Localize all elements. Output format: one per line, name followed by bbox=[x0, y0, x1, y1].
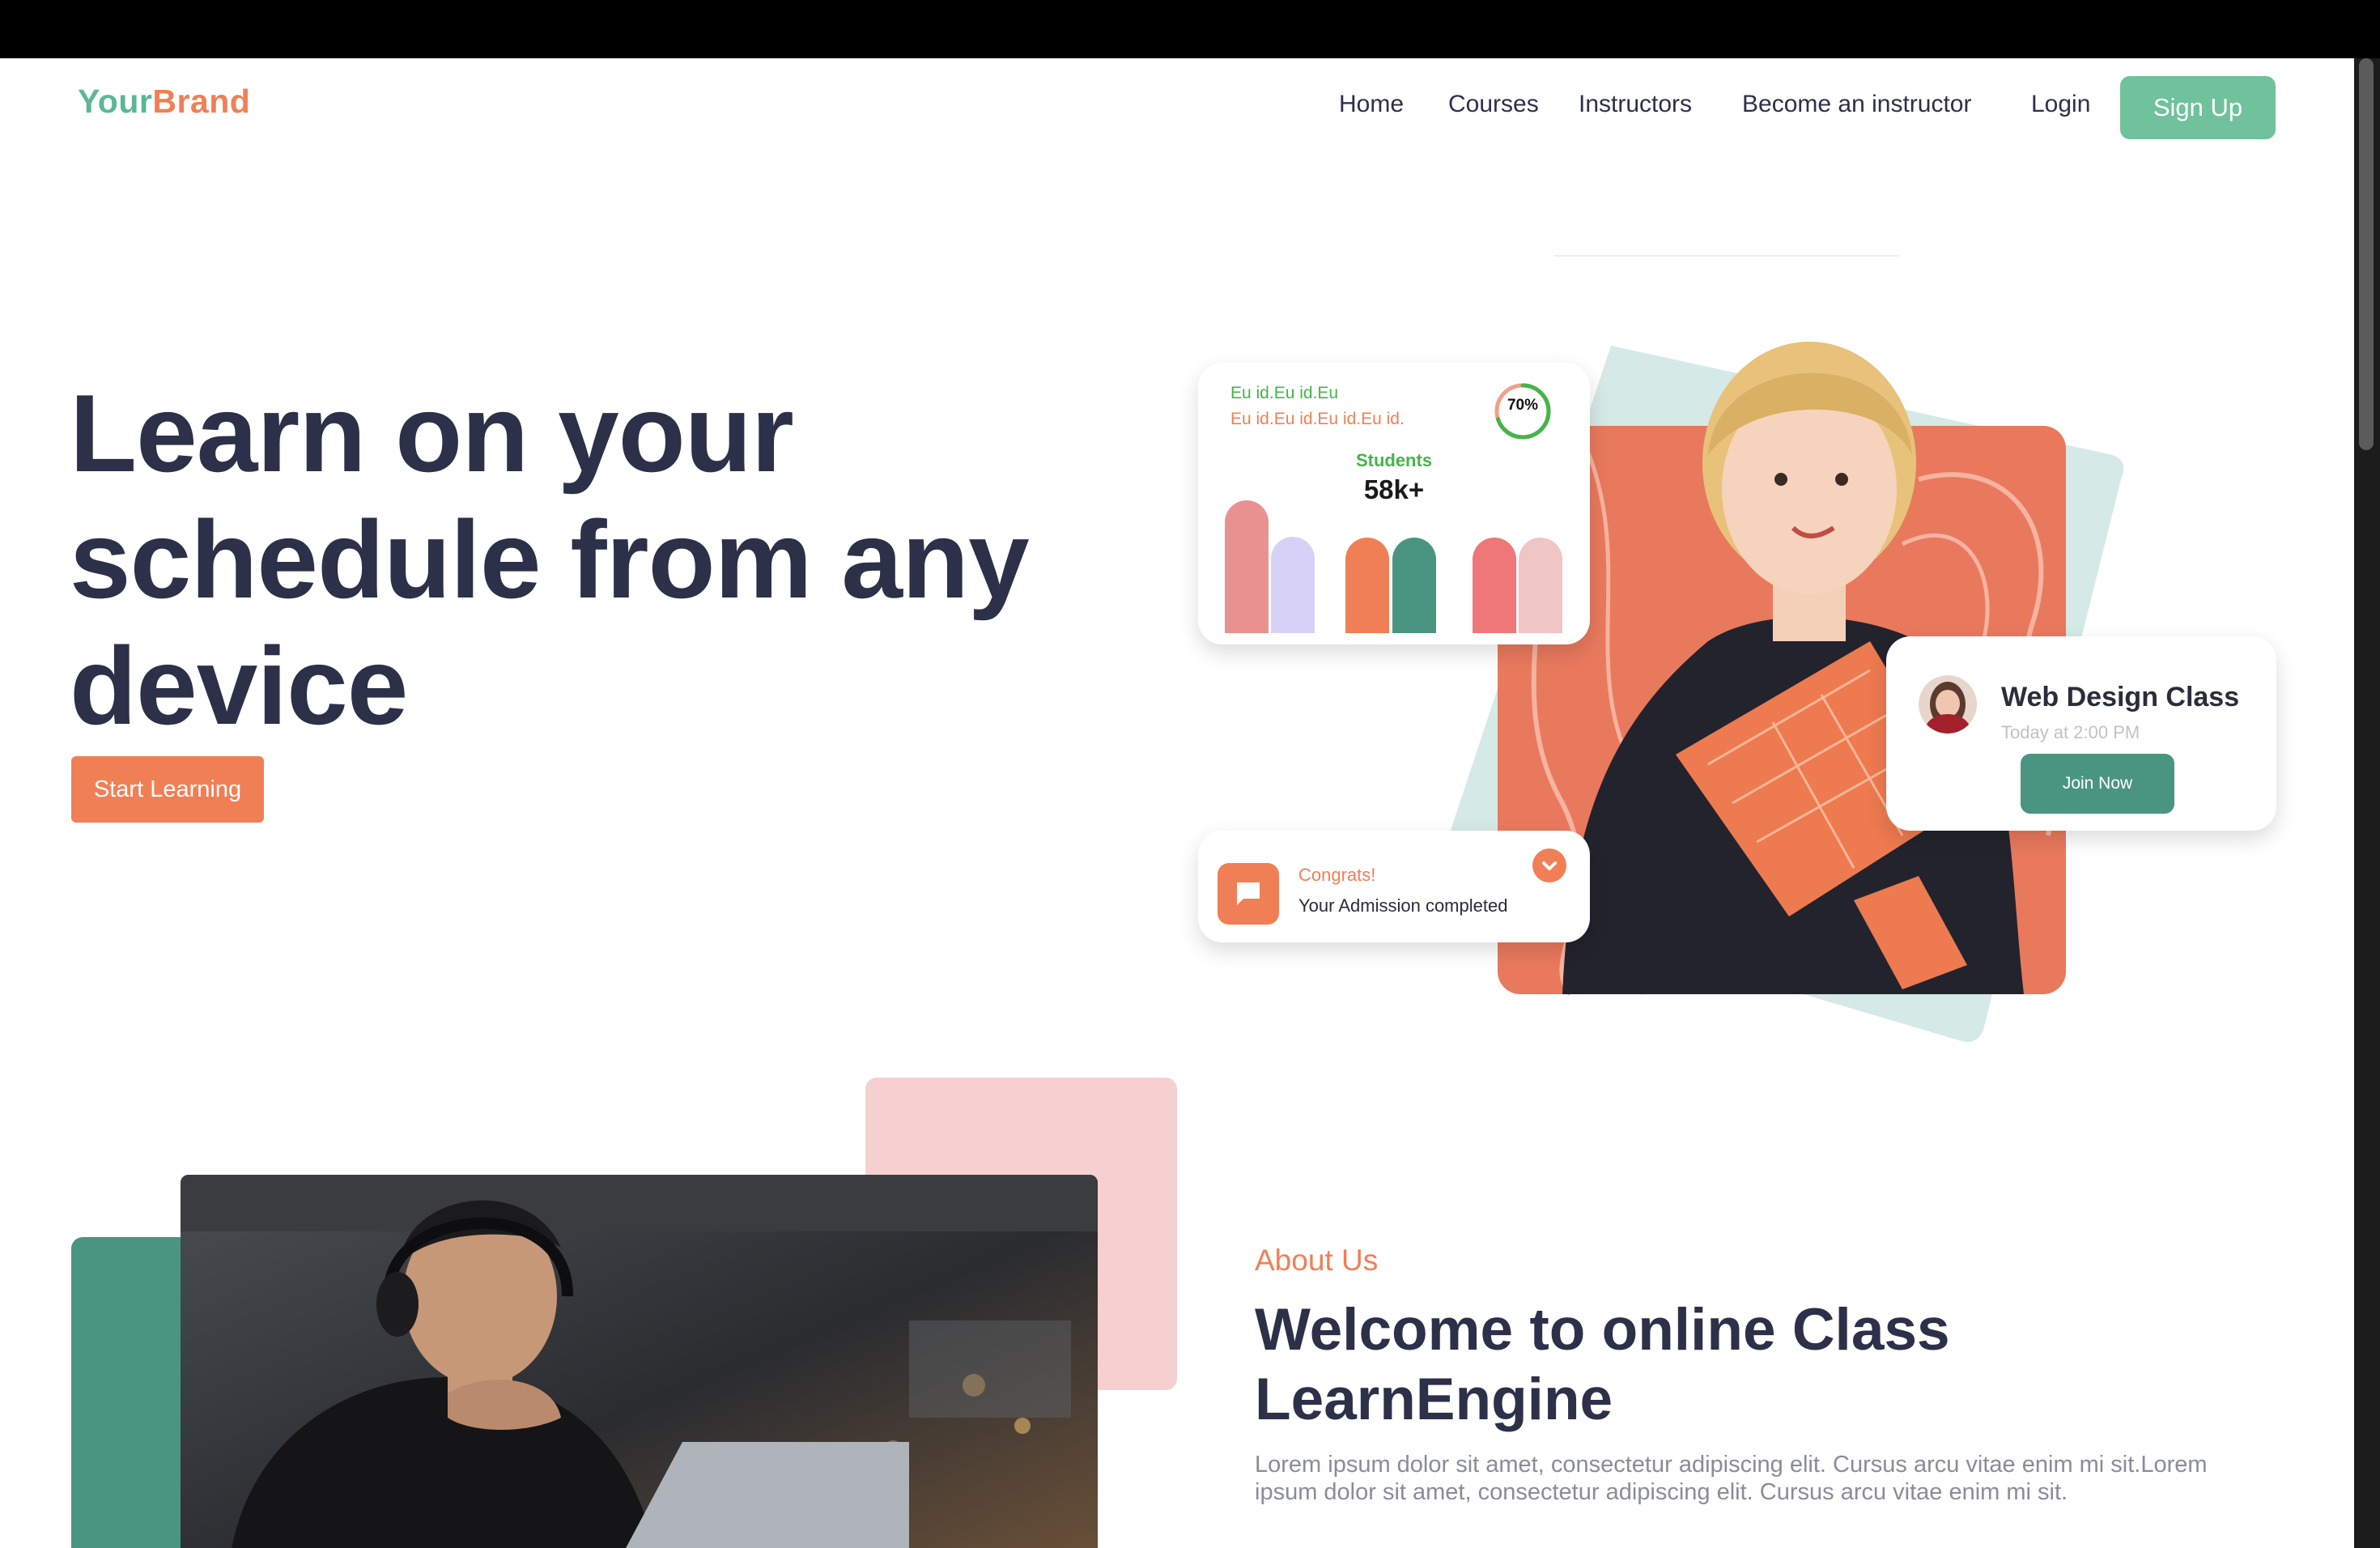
chart-bar bbox=[1225, 500, 1269, 633]
progress-label: 70% bbox=[1507, 397, 1539, 414]
students-value: 58k+ bbox=[1363, 474, 1425, 504]
stats-line-1: Eu id.Eu id.Eu bbox=[1230, 384, 1339, 402]
chart-bar bbox=[1473, 538, 1516, 633]
signup-button[interactable]: Sign Up bbox=[2120, 76, 2276, 139]
chat-icon bbox=[1218, 863, 1279, 925]
congrats-title: Congrats! bbox=[1298, 865, 1376, 885]
hero-illustration: Eu id.Eu id.Eu Eu id.Eu id.Eu id.Eu id. … bbox=[1190, 188, 2291, 1062]
stats-card: Eu id.Eu id.Eu Eu id.Eu id.Eu id.Eu id. … bbox=[1198, 363, 1590, 644]
chart-bar bbox=[1392, 538, 1436, 633]
congrats-card: Congrats! Your Admission completed bbox=[1198, 831, 1590, 942]
nav-instructors[interactable]: Instructors bbox=[1579, 91, 1692, 118]
student-at-laptop-image bbox=[181, 1175, 1098, 1548]
hero-title: Learn on your schedule from any device bbox=[70, 372, 1030, 747]
about-label: About Us bbox=[1255, 1244, 1379, 1277]
chart-bar bbox=[1519, 538, 1562, 633]
start-learning-button[interactable]: Start Learning bbox=[71, 756, 264, 823]
chart-bar bbox=[1271, 537, 1315, 633]
browser-top-bar bbox=[0, 0, 2380, 58]
scrollbar-thumb[interactable] bbox=[2359, 58, 2374, 450]
chart-bar bbox=[1345, 538, 1389, 633]
nav-courses[interactable]: Courses bbox=[1448, 91, 1539, 118]
nav-become-instructor[interactable]: Become an instructor bbox=[1742, 91, 1971, 118]
landing-page: YourBrand Home Courses Instructors Becom… bbox=[0, 58, 2354, 1548]
chevron-down-icon[interactable] bbox=[1532, 848, 1566, 882]
congrats-subtitle: Your Admission completed bbox=[1298, 895, 1508, 916]
brand-logo[interactable]: YourBrand bbox=[78, 83, 250, 121]
about-photo bbox=[181, 1175, 1098, 1548]
nav-home[interactable]: Home bbox=[1339, 91, 1404, 118]
join-now-button[interactable]: Join Now bbox=[2021, 754, 2174, 814]
stats-line-2: Eu id.Eu id.Eu id.Eu id. bbox=[1230, 410, 1405, 428]
about-body: Lorem ipsum dolor sit amet, consectetur … bbox=[1255, 1452, 2208, 1505]
instructor-avatar bbox=[1919, 675, 1977, 734]
brand-part-2: Brand bbox=[152, 83, 251, 120]
brand-part-1: Your bbox=[78, 83, 153, 120]
about-title: Welcome to online Class LearnEngine bbox=[1255, 1297, 1950, 1432]
students-label: Students bbox=[1355, 450, 1433, 470]
class-title: Web Design Class bbox=[2001, 682, 2240, 712]
class-card: Web Design Class Today at 2:00 PM Join N… bbox=[1886, 636, 2276, 831]
nav-login[interactable]: Login bbox=[2031, 91, 2090, 118]
class-time: Today at 2:00 PM bbox=[2001, 722, 2140, 742]
